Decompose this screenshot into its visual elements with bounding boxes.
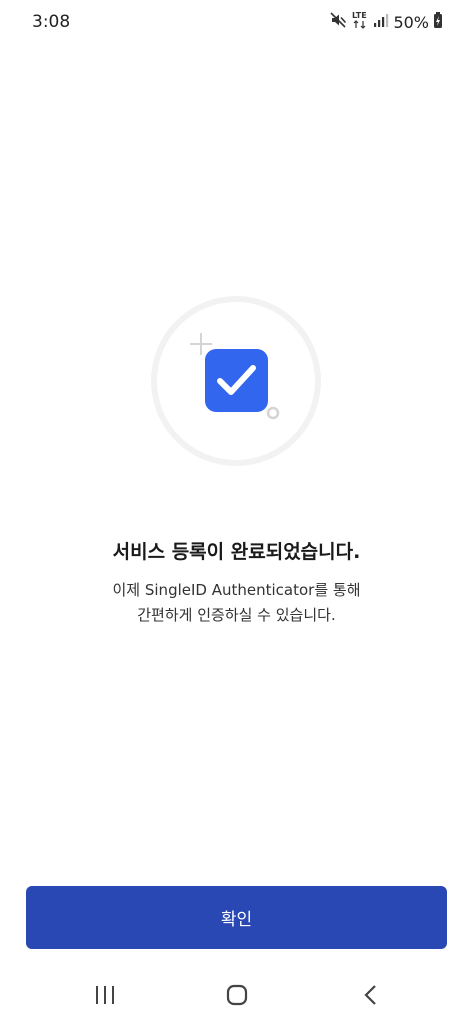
recent-apps-icon — [96, 986, 114, 1004]
check-icon — [205, 349, 268, 412]
signal-icon — [373, 12, 389, 32]
dot-decoration — [266, 406, 280, 420]
navigation-bar — [0, 968, 473, 1024]
sparkle-icon — [190, 333, 212, 355]
home-icon — [226, 984, 248, 1006]
mute-icon — [329, 11, 347, 33]
back-icon — [364, 985, 376, 1005]
svg-text:LTE: LTE — [352, 11, 367, 20]
battery-charging-icon — [433, 11, 443, 33]
lte-icon: LTE — [351, 9, 369, 35]
status-time: 3:08 — [32, 12, 71, 32]
status-bar: 3:08 LTE 50% — [0, 0, 473, 44]
completion-title: 서비스 등록이 완료되었습니다. — [112, 541, 361, 563]
confirm-button[interactable]: 확인 — [26, 886, 447, 949]
battery-percent: 50% — [393, 12, 429, 32]
description-line-1: 이제 SingleID Authenticator를 통해 — [112, 581, 361, 599]
recent-apps-button[interactable] — [85, 980, 125, 1010]
status-icons: LTE 50% — [329, 10, 443, 34]
home-button[interactable] — [217, 980, 257, 1010]
completion-description: 이제 SingleID Authenticator를 통해 간편하게 인증하실 … — [0, 578, 473, 628]
success-illustration — [150, 295, 322, 467]
back-button[interactable] — [351, 980, 391, 1010]
description-line-2: 간편하게 인증하실 수 있습니다. — [137, 606, 336, 624]
